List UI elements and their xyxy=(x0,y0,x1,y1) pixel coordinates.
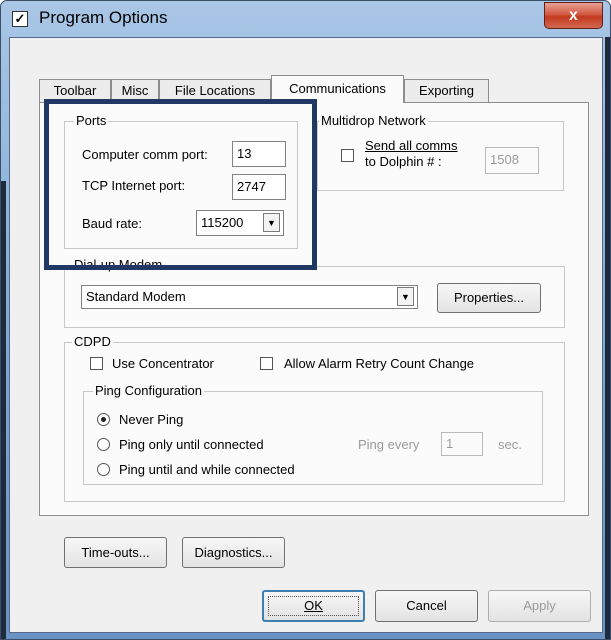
never-ping-label[interactable]: Never Ping xyxy=(119,412,183,427)
ping-until-while-connected-radio[interactable] xyxy=(97,463,110,476)
tab-toolbar[interactable]: Toolbar xyxy=(39,79,111,102)
cancel-button[interactable]: Cancel xyxy=(375,590,478,622)
tab-misc[interactable]: Misc xyxy=(111,79,159,102)
tab-file-locations[interactable]: File Locations xyxy=(159,79,271,102)
ping-every-input[interactable]: 1 xyxy=(441,432,483,456)
tcp-internet-port-label: TCP Internet port: xyxy=(82,178,186,193)
use-concentrator-label[interactable]: Use Concentrator xyxy=(112,356,214,371)
ok-button[interactable]: OK xyxy=(262,590,365,622)
chevron-down-icon[interactable]: ▼ xyxy=(263,213,280,232)
ping-every-label: Ping every xyxy=(358,437,420,452)
background-edge xyxy=(605,37,610,639)
dial-up-modem-label: Dial-up Modem xyxy=(72,257,165,272)
chevron-down-icon[interactable]: ▼ xyxy=(397,287,414,306)
allow-alarm-retry-label[interactable]: Allow Alarm Retry Count Change xyxy=(284,356,474,371)
dolphin-number-input[interactable]: 1508 xyxy=(485,147,539,174)
baud-rate-select[interactable]: 115200 ▼ xyxy=(196,210,284,236)
background-edge xyxy=(1,181,6,639)
focus-rectangle xyxy=(268,596,359,616)
computer-comm-port-label: Computer comm port: xyxy=(82,147,208,162)
program-options-window: ✓ Program Options x Toolbar Misc File Lo… xyxy=(0,0,611,640)
tab-communications[interactable]: Communications xyxy=(271,75,404,103)
tcp-internet-port-input[interactable]: 2747 xyxy=(232,174,286,200)
ping-until-connected-label[interactable]: Ping only until connected xyxy=(119,437,264,452)
window-title: Program Options xyxy=(39,8,168,27)
ports-group-label: Ports xyxy=(74,113,109,128)
send-all-comms-label[interactable]: Send all comms to Dolphin # : xyxy=(365,138,457,170)
send-all-line2: to Dolphin # : xyxy=(365,154,442,169)
tab-exporting[interactable]: Exporting xyxy=(404,79,489,102)
title-bar[interactable]: ✓ Program Options x xyxy=(1,1,610,41)
send-all-line1: Send all comms xyxy=(365,138,458,153)
apply-button[interactable]: Apply xyxy=(488,590,591,622)
use-concentrator-checkbox[interactable] xyxy=(90,357,103,370)
computer-comm-port-input[interactable]: 13 xyxy=(232,141,286,167)
multidrop-network-label: Multidrop Network xyxy=(319,113,428,128)
sec-label: sec. xyxy=(498,437,522,452)
diagnostics-button[interactable]: Diagnostics... xyxy=(182,537,285,568)
cdpd-label: CDPD xyxy=(72,334,113,349)
properties-button[interactable]: Properties... xyxy=(437,283,541,313)
baud-rate-label: Baud rate: xyxy=(82,216,142,231)
ping-until-while-connected-label[interactable]: Ping until and while connected xyxy=(119,462,295,477)
close-button[interactable]: x xyxy=(544,2,603,29)
ping-configuration-label: Ping Configuration xyxy=(93,383,204,398)
baud-rate-value: 115200 xyxy=(201,215,244,230)
checkbox-app-icon: ✓ xyxy=(12,11,28,27)
modem-value: Standard Modem xyxy=(86,289,186,304)
never-ping-radio[interactable] xyxy=(97,413,110,426)
time-outs-button[interactable]: Time-outs... xyxy=(64,537,167,568)
ping-until-connected-radio[interactable] xyxy=(97,438,110,451)
allow-alarm-retry-checkbox[interactable] xyxy=(260,357,273,370)
send-all-comms-checkbox[interactable] xyxy=(341,149,354,162)
modem-select[interactable]: Standard Modem ▼ xyxy=(81,285,418,309)
